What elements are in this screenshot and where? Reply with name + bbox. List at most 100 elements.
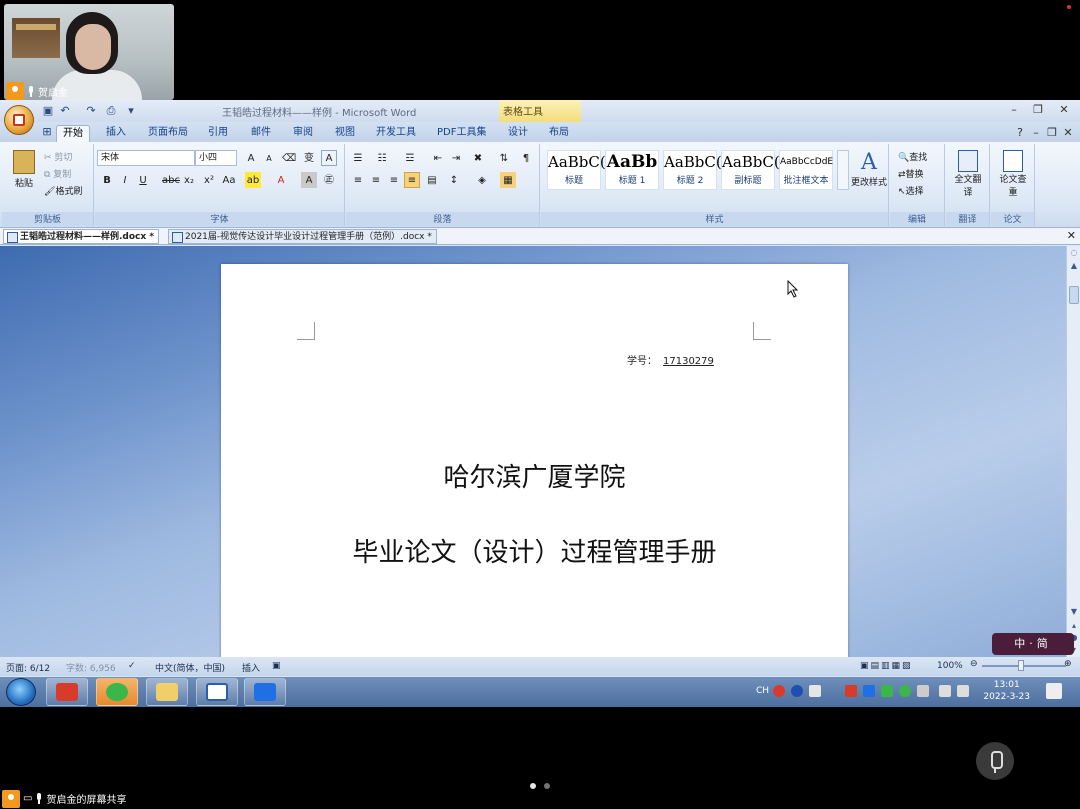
find-button[interactable]: 🔍查找 bbox=[898, 150, 927, 163]
sort-icon[interactable]: ⇅ bbox=[496, 150, 512, 166]
network-icon[interactable] bbox=[939, 685, 951, 697]
input-language[interactable]: CH bbox=[756, 686, 769, 696]
meeting-tray-icon[interactable] bbox=[863, 685, 875, 697]
thesis-check-button[interactable]: 论文查重 bbox=[997, 150, 1029, 198]
zoom-in-icon[interactable]: ⊕ bbox=[1064, 659, 1072, 669]
shrink-font-icon[interactable]: A bbox=[261, 150, 277, 166]
multilevel-list-icon[interactable]: ☲ bbox=[402, 150, 418, 166]
replace-button[interactable]: ⇄替换 bbox=[898, 167, 924, 180]
tab-references[interactable]: 引用 bbox=[202, 125, 234, 142]
action-center-icon[interactable] bbox=[1046, 683, 1062, 699]
doc-tab-second[interactable]: 2021届-视觉传达设计毕业设计过程管理手册（范例）.docx * bbox=[168, 229, 437, 244]
save-icon[interactable]: ▣ bbox=[41, 104, 55, 118]
phonetic-guide-icon[interactable]: 变 bbox=[301, 150, 317, 166]
change-case-icon[interactable]: Aa bbox=[221, 172, 237, 188]
distributed-icon[interactable]: ▤ bbox=[424, 172, 440, 188]
scroll-down-icon[interactable]: ▼ bbox=[1068, 606, 1080, 618]
zoom-level[interactable]: 100% bbox=[937, 661, 963, 671]
format-painter-button[interactable]: 🖌格式刷 bbox=[44, 184, 82, 197]
zoom-slider-knob[interactable] bbox=[1018, 660, 1024, 671]
tab-mailings[interactable]: 邮件 bbox=[245, 125, 277, 142]
increase-indent-icon[interactable]: ⇥ bbox=[448, 150, 464, 166]
doc-switch-icon[interactable]: ⊞ bbox=[40, 125, 54, 139]
cut-button[interactable]: ✂ 剪切 bbox=[44, 150, 72, 163]
highlight-icon[interactable]: ab bbox=[245, 172, 261, 188]
close-doc-tab-icon[interactable]: ✕ bbox=[1067, 229, 1076, 242]
proofing-icon[interactable]: ✓ bbox=[128, 661, 136, 671]
word-count[interactable]: 字数: 6,956 bbox=[66, 661, 116, 674]
select-button[interactable]: ↖选择 bbox=[898, 184, 924, 197]
tray-app-icon[interactable] bbox=[845, 685, 857, 697]
insert-mode[interactable]: 插入 bbox=[242, 661, 260, 674]
tab-table-design[interactable]: 设计 bbox=[502, 125, 534, 142]
char-border-icon[interactable]: A bbox=[321, 150, 337, 166]
help-icon[interactable]: ? bbox=[1012, 126, 1028, 139]
full-translate-button[interactable]: 全文翻译 bbox=[952, 150, 984, 198]
underline-icon[interactable]: U bbox=[135, 172, 151, 188]
page-dot[interactable] bbox=[544, 783, 550, 789]
chinese-layout-icon[interactable]: ✖ bbox=[470, 150, 486, 166]
taskbar-explorer-app[interactable] bbox=[146, 678, 188, 706]
doc-close-icon[interactable]: ✕ bbox=[1060, 126, 1076, 139]
security-tray-icon[interactable] bbox=[881, 685, 893, 697]
prev-page-icon[interactable]: ▴ bbox=[1068, 620, 1080, 632]
view-buttons[interactable]: ▣▤▥▦▧ bbox=[860, 661, 913, 671]
taskbar-wps-app[interactable] bbox=[46, 678, 88, 706]
change-styles-button[interactable]: A 更改样式 bbox=[849, 150, 889, 188]
font-name-combo[interactable]: 宋体 bbox=[97, 150, 195, 166]
style-tile-heading2[interactable]: AaBbC( 标题 2 bbox=[663, 150, 722, 190]
ime-toolbar[interactable]: 中·简 bbox=[992, 633, 1074, 655]
undo-icon[interactable]: ↶ bbox=[58, 104, 72, 118]
taskbar-wechat-app[interactable] bbox=[96, 678, 138, 706]
sogou-icon[interactable] bbox=[773, 685, 785, 697]
decrease-indent-icon[interactable]: ⇤ bbox=[430, 150, 446, 166]
doc-minimize-icon[interactable]: – bbox=[1028, 126, 1044, 139]
office-button[interactable] bbox=[4, 105, 34, 135]
page-indicator-dots[interactable] bbox=[530, 783, 550, 789]
tab-insert[interactable]: 插入 bbox=[100, 125, 132, 142]
minimize-icon[interactable]: – bbox=[1006, 103, 1022, 116]
close-icon[interactable]: ✕ bbox=[1056, 103, 1072, 116]
tab-review[interactable]: 审阅 bbox=[287, 125, 319, 142]
justify-icon[interactable]: ≡ bbox=[404, 172, 420, 188]
page-dot-active[interactable] bbox=[530, 783, 536, 789]
usb-tray-icon[interactable] bbox=[917, 685, 929, 697]
scroll-thumb[interactable] bbox=[1069, 286, 1079, 304]
show-marks-icon[interactable]: ¶ bbox=[518, 150, 534, 166]
style-tile-title[interactable]: AaBbC( 标题 bbox=[547, 150, 606, 190]
doc-restore-icon[interactable]: ❐ bbox=[1044, 126, 1060, 139]
tab-view[interactable]: 视图 bbox=[329, 125, 361, 142]
tab-developer[interactable]: 开发工具 bbox=[370, 125, 422, 142]
start-button[interactable] bbox=[6, 678, 36, 706]
shading-icon[interactable]: ◈ bbox=[474, 172, 490, 188]
page-indicator[interactable]: 页面: 6/12 bbox=[6, 661, 50, 674]
clear-format-icon[interactable]: ⌫ bbox=[281, 150, 297, 166]
print-preview-icon[interactable]: ⎙ bbox=[104, 104, 118, 118]
subscript-icon[interactable]: x₂ bbox=[181, 172, 197, 188]
zoom-out-icon[interactable]: ⊖ bbox=[970, 659, 978, 669]
align-center-icon[interactable]: ≡ bbox=[368, 172, 384, 188]
copy-button[interactable]: ⧉ 复制 bbox=[44, 167, 71, 180]
paste-button[interactable]: 粘贴 bbox=[10, 150, 38, 190]
borders-icon[interactable]: ▦ bbox=[500, 172, 516, 188]
char-shading-icon[interactable]: A bbox=[301, 172, 317, 188]
font-color-icon[interactable]: A bbox=[273, 172, 289, 188]
taskbar-tencent-meeting-app[interactable] bbox=[244, 678, 286, 706]
clock[interactable]: 13:01 2022-3-23 bbox=[983, 679, 1030, 703]
tab-pdf-tools[interactable]: PDF工具集 bbox=[431, 125, 492, 142]
style-tile-subtitle[interactable]: AaBbC( 副标题 bbox=[721, 150, 780, 190]
font-size-combo[interactable]: 小四 bbox=[195, 150, 237, 166]
help-tray-icon[interactable] bbox=[791, 685, 803, 697]
doc-tab-active[interactable]: 王韬皓过程材料——样例.docx * bbox=[3, 229, 160, 244]
style-tile-balloon[interactable]: AaBbCcDdE 批注框文本 bbox=[779, 150, 833, 190]
macro-record-icon[interactable]: ▣ bbox=[272, 661, 281, 671]
redo-icon[interactable]: ↷ bbox=[84, 104, 98, 118]
wechat-tray-icon[interactable] bbox=[899, 685, 911, 697]
bold-icon[interactable]: B bbox=[99, 172, 115, 188]
participant-video-tile[interactable]: 贺启金 bbox=[4, 4, 174, 100]
tab-page-layout[interactable]: 页面布局 bbox=[142, 125, 194, 142]
language-indicator[interactable]: 中文(简体，中国) bbox=[155, 661, 225, 674]
superscript-icon[interactable]: x² bbox=[201, 172, 217, 188]
enclose-char-icon[interactable]: ㊣ bbox=[321, 172, 337, 188]
italic-icon[interactable]: I bbox=[117, 172, 133, 188]
